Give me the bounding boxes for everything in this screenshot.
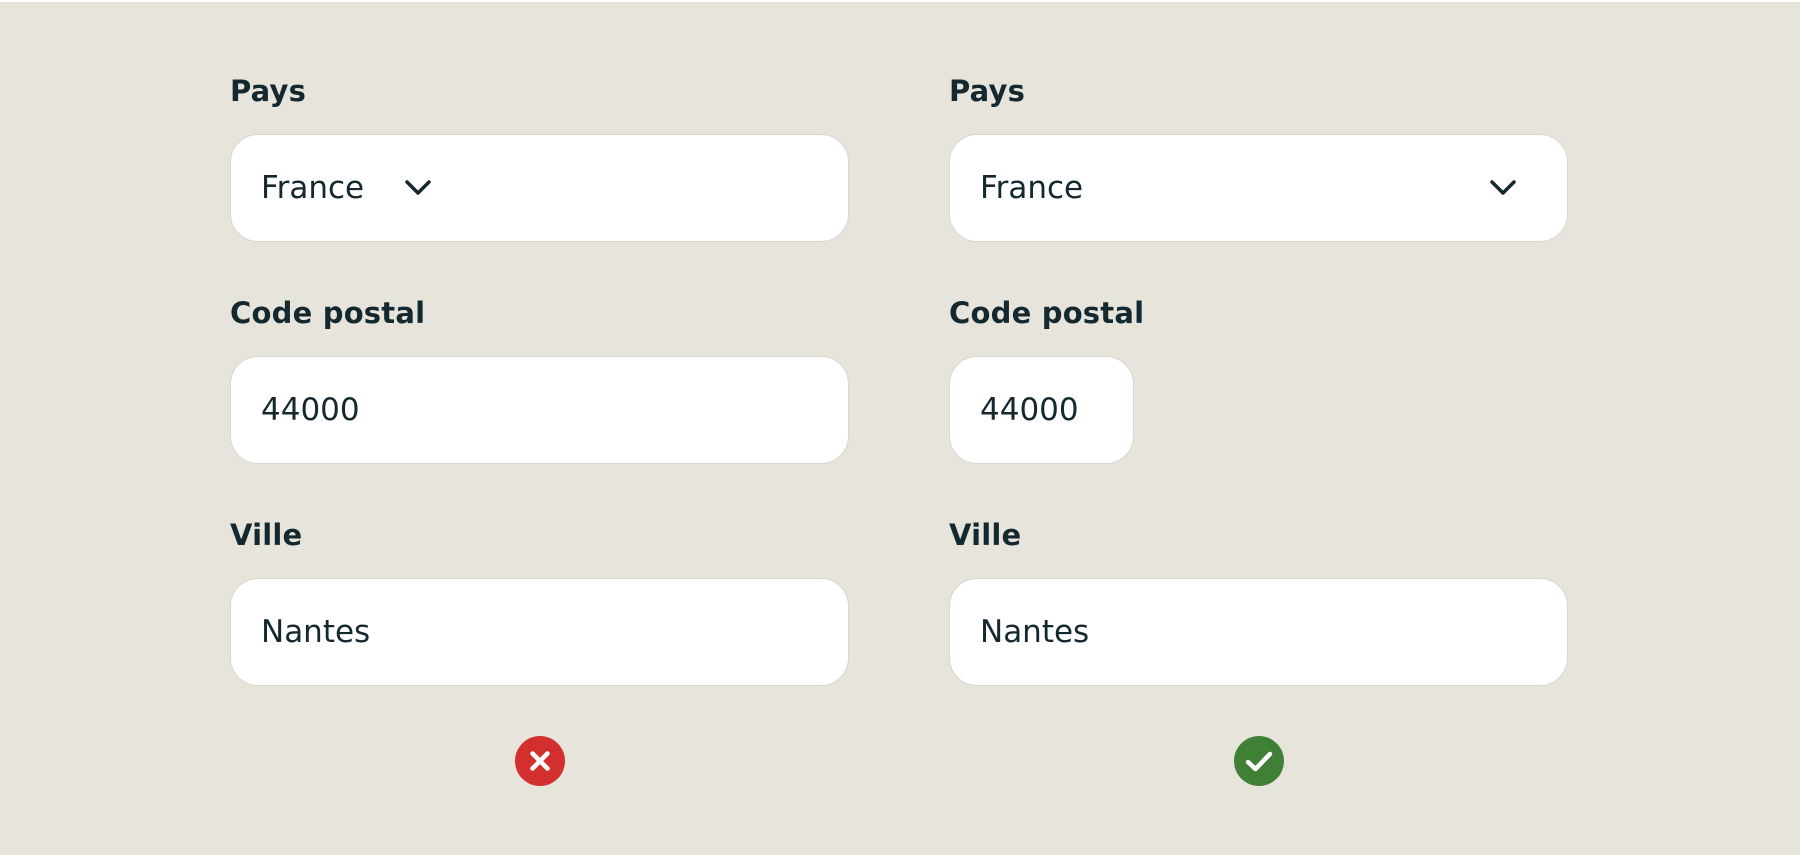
country-label: Pays	[949, 74, 1026, 108]
city-label: Ville	[230, 518, 303, 552]
cross-icon	[515, 736, 565, 786]
top-divider	[0, 0, 1800, 2]
city-label: Ville	[949, 518, 1022, 552]
country-select[interactable]: France	[230, 134, 849, 242]
city-value: Nantes	[980, 614, 1090, 650]
city-input[interactable]: Nantes	[230, 578, 849, 686]
country-label: Pays	[230, 74, 307, 108]
postal-code-value: 44000	[261, 392, 360, 428]
chevron-down-icon	[1490, 180, 1516, 195]
postal-code-value: 44000	[980, 392, 1079, 428]
country-value: France	[980, 170, 1084, 206]
check-icon	[1234, 736, 1284, 786]
city-input[interactable]: Nantes	[949, 578, 1568, 686]
postal-code-input[interactable]: 44000	[230, 356, 849, 464]
postal-code-label: Code postal	[949, 296, 1145, 330]
country-select[interactable]: France	[949, 134, 1568, 242]
postal-code-label: Code postal	[230, 296, 426, 330]
country-value: France	[261, 170, 365, 206]
city-value: Nantes	[261, 614, 371, 650]
chevron-down-icon	[405, 180, 431, 195]
postal-code-input[interactable]: 44000	[949, 356, 1134, 464]
